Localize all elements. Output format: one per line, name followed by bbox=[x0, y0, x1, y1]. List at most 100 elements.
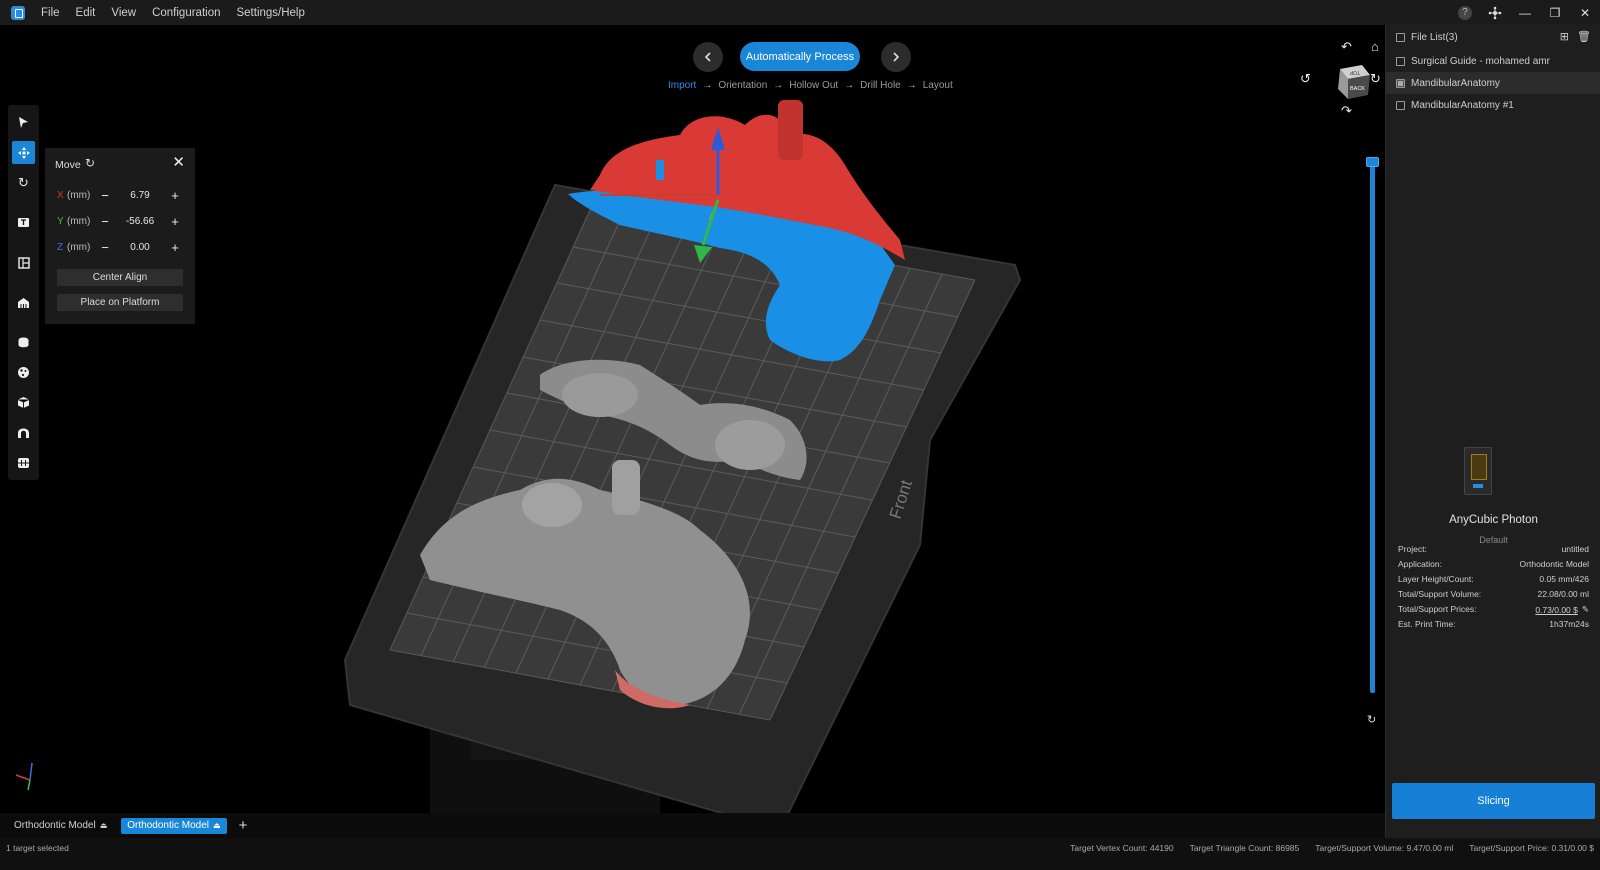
help-button[interactable]: ? bbox=[1450, 0, 1480, 25]
delete-file-icon[interactable]: 🗑 bbox=[1577, 30, 1591, 43]
vertex-count: Target Vertex Count: 44190 bbox=[1070, 843, 1174, 853]
file-list-item[interactable]: MandibularAnatomy #1 bbox=[1386, 94, 1600, 116]
nav-cube-back-label: BACK bbox=[1350, 86, 1365, 92]
move-tool-button[interactable] bbox=[12, 141, 35, 164]
step-import[interactable]: Import bbox=[668, 80, 696, 91]
chevron-right-icon bbox=[893, 52, 900, 62]
slicing-button[interactable]: Slicing bbox=[1392, 783, 1595, 819]
gray-model-lower-post bbox=[612, 460, 640, 515]
x-decrement-button[interactable]: − bbox=[99, 188, 111, 203]
info-label: Total/Support Prices: bbox=[1398, 604, 1477, 614]
add-file-icon[interactable]: ⊞ bbox=[1560, 30, 1569, 43]
cube-tool-button[interactable] bbox=[12, 391, 35, 414]
info-value[interactable]: 0.73/0.00 $ bbox=[1535, 605, 1578, 615]
x-value-input[interactable]: 6.79 bbox=[111, 190, 169, 201]
menu-configuration[interactable]: Configuration bbox=[152, 7, 220, 19]
project-tab-bar: Orthodontic Model ⏏ Orthodontic Model ⏏ + bbox=[0, 813, 1385, 838]
file-list-item[interactable]: Surgical Guide - mohamed amr bbox=[1386, 50, 1600, 72]
y-decrement-button[interactable]: − bbox=[99, 214, 111, 229]
center-align-button[interactable]: Center Align bbox=[57, 269, 183, 286]
automatically-process-button[interactable]: Automatically Process bbox=[740, 42, 860, 71]
slider-reset-icon[interactable]: ↻ bbox=[1367, 713, 1376, 726]
rotate-icon: ↻ bbox=[18, 174, 29, 190]
minimize-button[interactable]: — bbox=[1510, 0, 1540, 25]
text-tool-button[interactable] bbox=[12, 211, 35, 234]
hollow-icon bbox=[18, 337, 29, 348]
z-axis-label: Z bbox=[57, 241, 64, 253]
file-name: Surgical Guide - mohamed amr bbox=[1411, 55, 1550, 67]
file-checkbox[interactable] bbox=[1396, 78, 1405, 88]
file-list-item[interactable]: MandibularAnatomy bbox=[1386, 72, 1600, 94]
text-tag-icon bbox=[18, 218, 29, 227]
gray-model-upper-tooth-2 bbox=[562, 373, 638, 417]
place-on-platform-button[interactable]: Place on Platform bbox=[57, 294, 183, 311]
layer-slider-handle[interactable] bbox=[1366, 157, 1379, 167]
drill-tool-button[interactable] bbox=[12, 361, 35, 384]
next-step-button[interactable] bbox=[881, 42, 911, 72]
project-tab-active[interactable]: Orthodontic Model ⏏ bbox=[121, 817, 227, 834]
file-checkbox[interactable] bbox=[1396, 100, 1405, 110]
gray-model-lower-tooth bbox=[522, 483, 582, 527]
title-bar: File Edit View Configuration Settings/He… bbox=[0, 0, 1600, 25]
support-tool-button[interactable] bbox=[12, 291, 35, 314]
z-increment-button[interactable]: + bbox=[169, 240, 181, 255]
layer-slider-track[interactable] bbox=[1370, 163, 1375, 693]
hollow-tool-button[interactable] bbox=[12, 331, 35, 354]
select-tool-button[interactable] bbox=[12, 111, 35, 134]
file-list-title: File List(3) bbox=[1411, 31, 1458, 43]
layout-tool-button[interactable] bbox=[12, 251, 35, 274]
scene-canvas[interactable]: Front bbox=[0, 25, 1385, 813]
select-all-checkbox[interactable] bbox=[1396, 32, 1405, 42]
reset-move-icon[interactable]: ↻ bbox=[85, 156, 95, 170]
menu-file[interactable]: File bbox=[41, 7, 60, 19]
cube-icon bbox=[17, 397, 30, 408]
layout-icon bbox=[17, 256, 30, 269]
arch-tool-button[interactable] bbox=[12, 421, 35, 444]
tab-label: Orthodontic Model bbox=[14, 820, 96, 831]
printer-name[interactable]: AnyCubic Photon bbox=[1386, 514, 1600, 526]
printer-icon[interactable] bbox=[1464, 447, 1492, 495]
menu-edit[interactable]: Edit bbox=[76, 7, 96, 19]
menu-settings-help[interactable]: Settings/Help bbox=[236, 7, 304, 19]
x-unit-label: (mm) bbox=[67, 189, 91, 201]
home-view-icon[interactable]: ⌂ bbox=[1371, 39, 1379, 54]
3d-viewport[interactable]: Front Automatically Process Import → Ori… bbox=[0, 25, 1385, 813]
step-orientation[interactable]: Orientation bbox=[718, 80, 767, 91]
previous-step-button[interactable] bbox=[693, 42, 723, 72]
z-axis-row: Z (mm) − 0.00 + bbox=[57, 239, 181, 255]
rotate-left-icon[interactable]: ↺ bbox=[1300, 71, 1311, 87]
project-tab[interactable]: Orthodontic Model ⏏ bbox=[8, 818, 113, 834]
y-value-input[interactable]: -56.66 bbox=[111, 216, 169, 227]
info-label: Project: bbox=[1398, 544, 1427, 554]
rotate-down-icon[interactable]: ↷ bbox=[1341, 103, 1352, 119]
network-button[interactable] bbox=[1480, 0, 1510, 25]
navigation-cube[interactable]: TOP BACK bbox=[1332, 61, 1372, 101]
close-panel-icon[interactable]: ✕ bbox=[172, 153, 185, 171]
chevron-left-icon bbox=[704, 52, 711, 62]
info-value: Orthodontic Model bbox=[1519, 559, 1589, 569]
info-label: Layer Height/Count: bbox=[1398, 574, 1474, 584]
x-axis-row: X (mm) − 6.79 + bbox=[57, 187, 181, 203]
z-decrement-button[interactable]: − bbox=[99, 240, 111, 255]
help-icon: ? bbox=[1458, 5, 1472, 20]
window-controls: ? — ❐ ✕ bbox=[1450, 0, 1600, 25]
right-panel: File List(3) ⊞ 🗑 Surgical Guide - mohame… bbox=[1385, 25, 1600, 838]
rotate-up-icon[interactable]: ↶ bbox=[1341, 39, 1352, 55]
z-value-input[interactable]: 0.00 bbox=[111, 242, 169, 253]
move-panel-title: Move bbox=[55, 159, 81, 171]
step-drill-hole[interactable]: Drill Hole bbox=[860, 80, 901, 91]
file-checkbox[interactable] bbox=[1396, 56, 1405, 66]
menu-view[interactable]: View bbox=[111, 7, 136, 19]
x-increment-button[interactable]: + bbox=[169, 188, 181, 203]
step-hollow-out[interactable]: Hollow Out bbox=[789, 80, 838, 91]
info-value: untitled bbox=[1561, 544, 1589, 554]
layer-slider[interactable]: ↻ bbox=[1363, 157, 1383, 727]
edit-price-icon[interactable]: ✎ bbox=[1582, 604, 1589, 615]
add-tab-icon[interactable]: + bbox=[239, 817, 248, 834]
teeth-tool-button[interactable] bbox=[12, 451, 35, 474]
y-increment-button[interactable]: + bbox=[169, 214, 181, 229]
maximize-button[interactable]: ❐ bbox=[1540, 0, 1570, 25]
step-layout[interactable]: Layout bbox=[923, 80, 953, 91]
rotate-tool-button[interactable]: ↻ bbox=[12, 171, 35, 194]
close-window-button[interactable]: ✕ bbox=[1570, 0, 1600, 25]
